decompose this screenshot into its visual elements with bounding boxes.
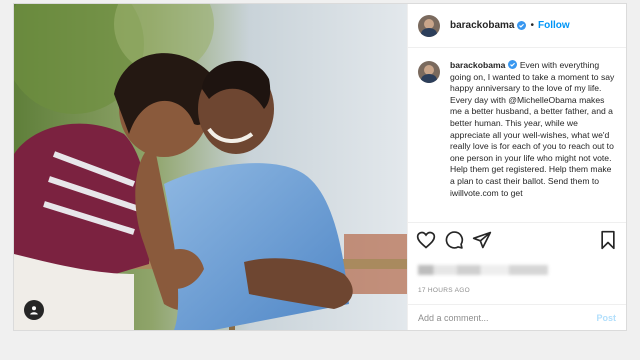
- action-bar: [408, 223, 626, 257]
- verified-badge-icon: [517, 21, 527, 30]
- caption-body: barackobama Even with everything going o…: [450, 60, 616, 222]
- post-timestamp[interactable]: 17 HOURS AGO: [408, 283, 626, 305]
- avatar[interactable]: [418, 14, 440, 37]
- post-button[interactable]: Post: [596, 313, 616, 323]
- post-side-panel: barackobama • Follow barackobama Even wi…: [407, 4, 626, 330]
- bookmark-icon[interactable]: [598, 230, 618, 250]
- comment-box: Post: [408, 305, 626, 330]
- blurred-likes-text: [418, 265, 548, 275]
- caption: barackobama Even with everything going o…: [408, 48, 626, 223]
- post-header: barackobama • Follow: [408, 4, 626, 48]
- likes-count-blurred[interactable]: [408, 257, 626, 283]
- tag-people-button[interactable]: [24, 300, 44, 320]
- post-photo-image: [14, 4, 407, 330]
- caption-text: Even with everything going on, I wanted …: [450, 60, 615, 198]
- caption-username[interactable]: barackobama: [450, 60, 505, 70]
- user-tag-icon: [30, 306, 38, 315]
- caption-avatar[interactable]: [418, 61, 440, 83]
- post-photo[interactable]: [14, 4, 407, 330]
- comment-input[interactable]: [418, 312, 597, 323]
- header-username[interactable]: barackobama: [450, 20, 514, 31]
- header-separator: •: [530, 20, 534, 31]
- heart-icon[interactable]: [416, 230, 436, 250]
- verified-badge-icon: [508, 60, 518, 69]
- follow-button[interactable]: Follow: [538, 20, 570, 31]
- speech-bubble-icon[interactable]: [444, 230, 464, 250]
- instagram-post-window: barackobama • Follow barackobama Even wi…: [13, 3, 627, 331]
- paper-plane-icon[interactable]: [472, 230, 492, 250]
